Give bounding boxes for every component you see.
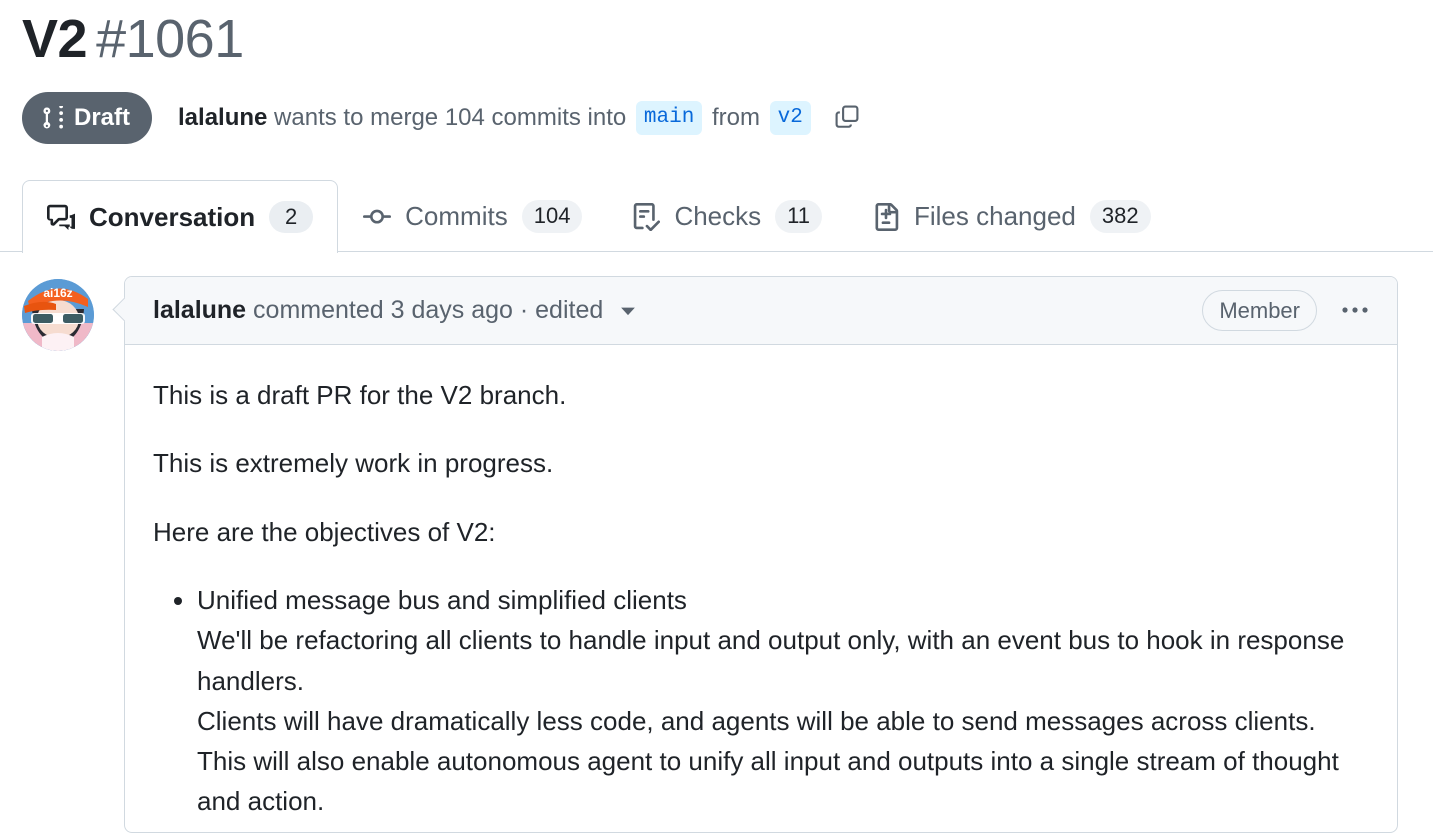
comment-menu-button[interactable] xyxy=(1335,294,1375,328)
tab-commits[interactable]: Commits 104 xyxy=(338,180,607,252)
pr-author-link[interactable]: lalalune xyxy=(178,106,267,130)
pull-request-page: V2 #1061 Draft lalalune wants to merge 10… xyxy=(0,0,1433,833)
comment-header-actions: Member xyxy=(1202,289,1375,332)
file-diff-icon xyxy=(872,202,900,231)
comment-paragraph-1: This is a draft PR for the V2 branch. xyxy=(153,380,567,411)
comment-meta-separator: · xyxy=(512,296,536,325)
merge-text-after: commits into xyxy=(484,104,633,132)
copy-branch-button[interactable] xyxy=(828,99,866,137)
status-badge-label: Draft xyxy=(74,104,131,132)
merge-text-before: wants to merge xyxy=(267,104,445,132)
comment-action-text: commented xyxy=(246,296,391,325)
svg-text:ai16z: ai16z xyxy=(43,286,72,300)
tab-conversation-count: 2 xyxy=(269,200,314,234)
bullet-line-1: Unified message bus and simplified clien… xyxy=(197,584,687,615)
chevron-down-icon[interactable] xyxy=(617,300,639,322)
timeline-comment: ai16z lalalune commented 3 days ago · ed… xyxy=(22,276,1433,833)
conversation-timeline: ai16z lalalune commented 3 days ago · ed… xyxy=(0,252,1433,833)
tab-files-changed[interactable]: Files changed 382 xyxy=(847,180,1176,252)
merge-info: lalalune wants to merge 104 commits into… xyxy=(178,99,866,137)
comment-meta: lalalune commented 3 days ago · edited xyxy=(153,296,639,325)
tab-checks-count: 11 xyxy=(775,200,822,233)
tab-checks-label: Checks xyxy=(674,201,762,232)
comment-discussion-icon xyxy=(47,203,75,231)
checklist-icon xyxy=(632,202,661,231)
bullet-line-4: This will also enable autonomous agent t… xyxy=(197,746,1339,817)
git-commit-icon xyxy=(363,203,392,231)
comment-body: This is a draft PR for the V2 branch. Th… xyxy=(125,345,1397,832)
base-branch-chip[interactable]: main xyxy=(635,101,703,135)
pr-number: #1061 xyxy=(96,9,244,69)
comment-paragraph-3: Here are the objectives of V2: xyxy=(153,516,496,547)
tab-files-changed-count: 382 xyxy=(1089,200,1151,233)
list-item: Unified message bus and simplified clien… xyxy=(197,580,1369,822)
head-branch-chip[interactable]: v2 xyxy=(769,101,811,135)
author-association-badge[interactable]: Member xyxy=(1202,289,1317,332)
tab-conversation[interactable]: Conversation 2 xyxy=(22,180,339,254)
page-title: V2 #1061 xyxy=(0,0,1433,70)
git-pull-request-draft-icon xyxy=(42,106,66,130)
pr-tab-navigation: Conversation 2 Commits 104 Checks 11 Fil… xyxy=(0,180,1433,254)
tab-commits-count: 104 xyxy=(521,200,583,233)
pr-title-text: V2 xyxy=(22,9,88,69)
bullet-line-2: We'll be refactoring all clients to hand… xyxy=(197,625,1345,696)
kebab-horizontal-icon xyxy=(1341,303,1369,318)
copy-icon xyxy=(834,104,860,133)
comment-edited-label[interactable]: edited xyxy=(535,296,603,325)
avatar[interactable]: ai16z xyxy=(22,279,94,352)
tab-conversation-label: Conversation xyxy=(89,201,256,232)
bullet-line-3: Clients will have dramatically less code… xyxy=(197,705,1316,736)
status-badge: Draft xyxy=(22,92,153,145)
comment-header: lalalune commented 3 days ago · edited M… xyxy=(125,277,1397,346)
commit-count: 104 xyxy=(444,104,485,132)
objectives-list: Unified message bus and simplified clien… xyxy=(153,580,1369,822)
tab-commits-label: Commits xyxy=(405,201,508,232)
tab-checks[interactable]: Checks 11 xyxy=(607,180,847,252)
tab-files-changed-label: Files changed xyxy=(913,201,1076,232)
comment-paragraph-2: This is extremely work in progress. xyxy=(153,448,554,479)
comment-container: lalalune commented 3 days ago · edited M… xyxy=(124,276,1398,833)
comment-timestamp[interactable]: 3 days ago xyxy=(391,296,513,325)
pr-subhead: Draft lalalune wants to merge 104 commit… xyxy=(0,70,1433,145)
comment-author-link[interactable]: lalalune xyxy=(153,296,246,325)
merge-from-label: from xyxy=(705,104,767,132)
